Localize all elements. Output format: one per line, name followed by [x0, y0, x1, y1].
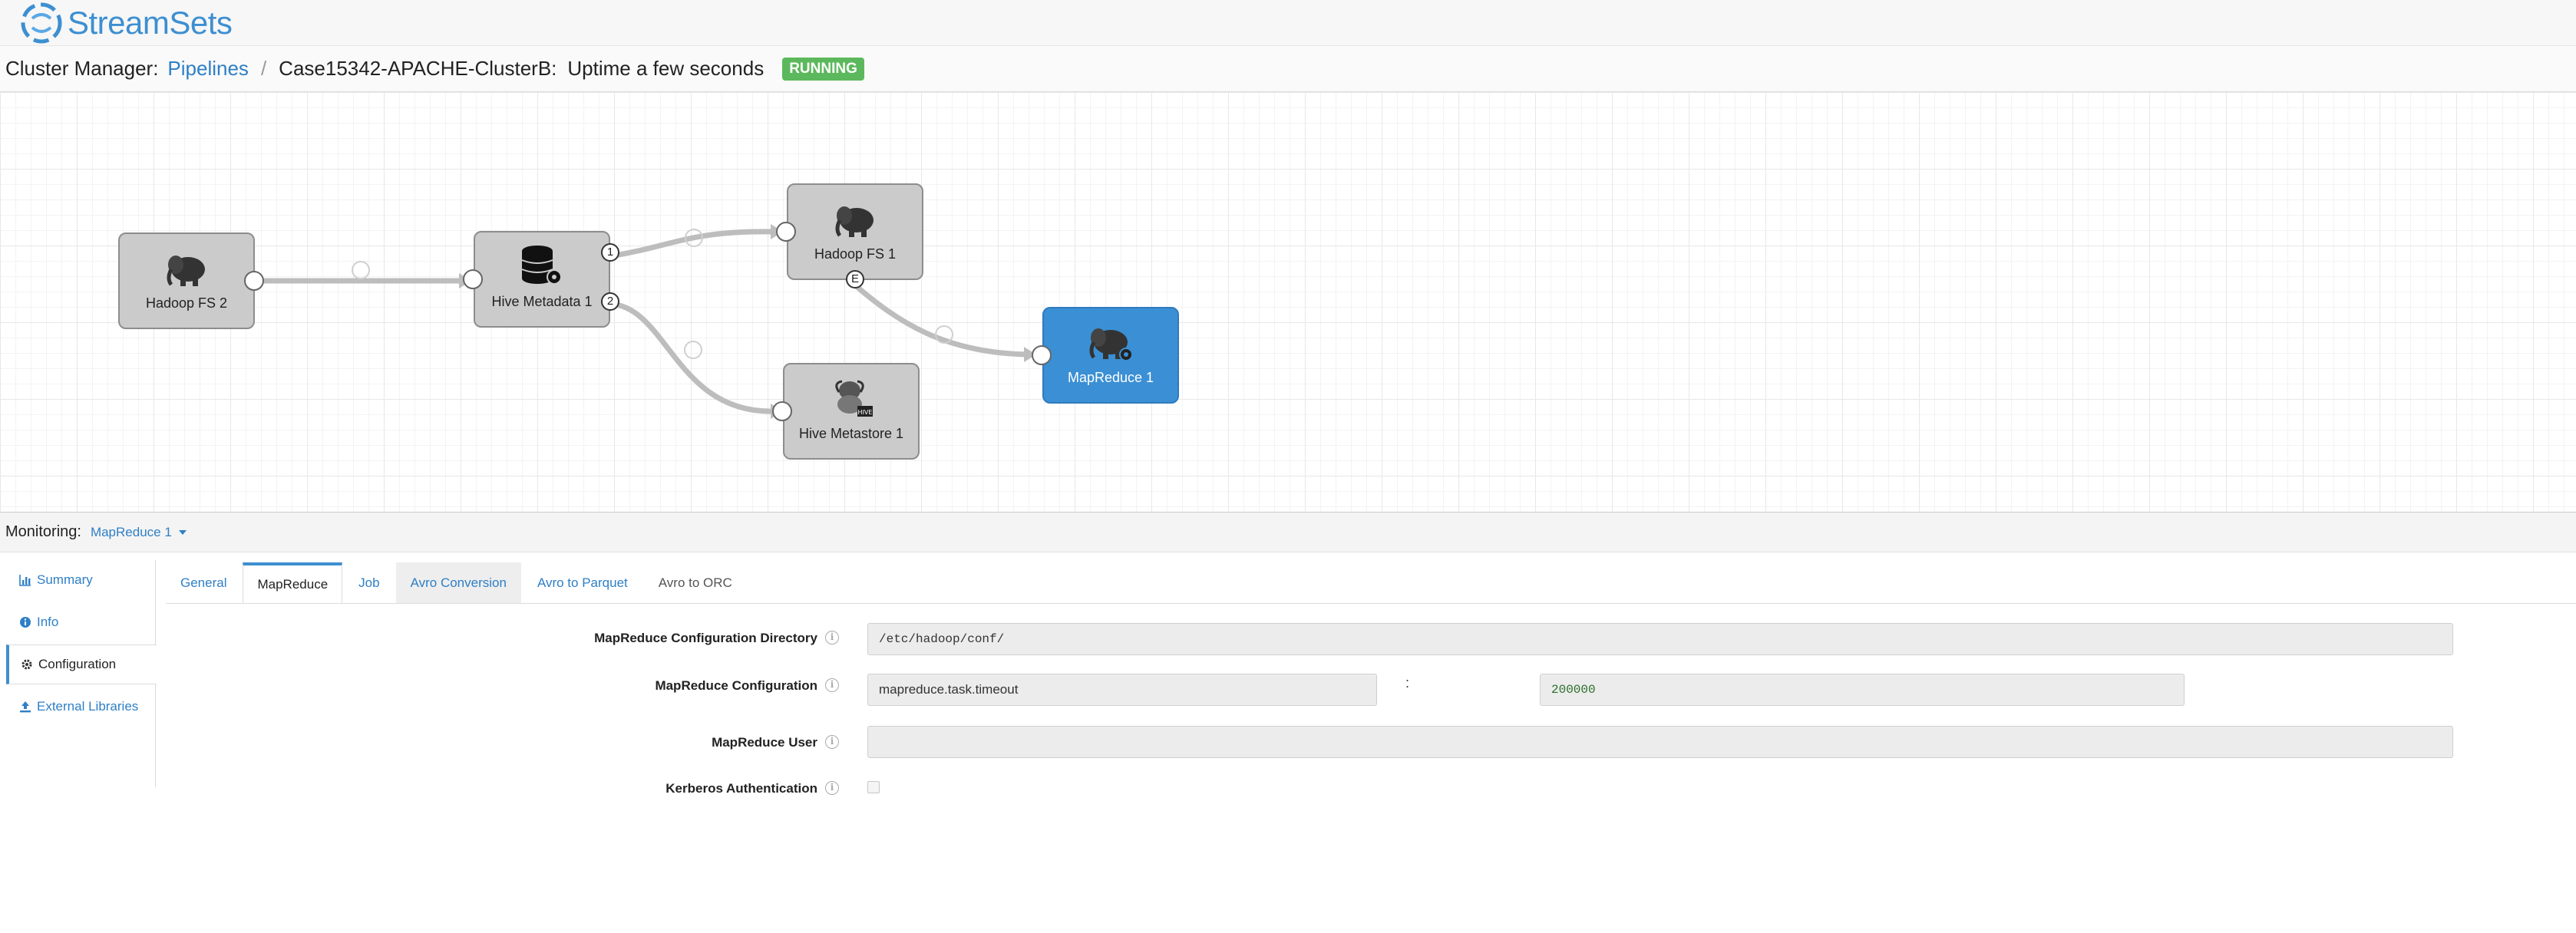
- kerberos-checkbox[interactable]: [867, 781, 880, 793]
- user-field[interactable]: [867, 726, 2453, 758]
- detail-nav: Summary Info Configuration External Libr…: [0, 560, 157, 787]
- streamsets-logo[interactable]: StreamSets: [20, 2, 233, 45]
- input-port[interactable]: [463, 269, 483, 289]
- stage-mapreduce-1[interactable]: MapReduce 1: [1032, 307, 1179, 404]
- pipeline-canvas[interactable]: Hadoop FS 2 Hive Metadata 1 1 2 Hadoop F…: [0, 92, 2576, 513]
- breadcrumb-prefix: Cluster Manager:: [5, 57, 159, 80]
- streamsets-logo-icon: [21, 2, 62, 44]
- info-icon[interactable]: i: [825, 735, 839, 749]
- gear-icon: [21, 659, 32, 670]
- user-label: MapReduce User: [712, 735, 817, 750]
- link-hadoopfs1-to-mapreduce: [850, 281, 1032, 358]
- link-stream-icon: [352, 261, 370, 279]
- config-value-field[interactable]: 200000: [1540, 674, 2185, 706]
- link-hivemetadata-to-hadoopfs1: [607, 229, 778, 259]
- breadcrumb: Cluster Manager: Pipelines / Case15342-A…: [0, 46, 2576, 92]
- info-icon[interactable]: i: [825, 631, 839, 645]
- monitoring-stage-value: MapReduce 1: [90, 524, 172, 539]
- database-gear-icon: [521, 246, 562, 285]
- tab-avro-conversion[interactable]: Avro Conversion: [395, 562, 521, 604]
- nav-summary[interactable]: Summary: [6, 560, 156, 600]
- stage-hive-metastore-1[interactable]: HIVE Hive Metastore 1: [772, 363, 920, 460]
- breadcrumb-separator: /: [260, 57, 267, 80]
- nav-configuration-label: Configuration: [38, 657, 117, 671]
- output-port[interactable]: [244, 271, 264, 291]
- tab-mapreduce[interactable]: MapReduce: [243, 562, 343, 604]
- nav-info[interactable]: Info: [6, 602, 156, 642]
- nav-info-label: Info: [37, 615, 59, 629]
- stage-label: MapReduce 1: [1067, 370, 1154, 385]
- upload-icon: [20, 701, 31, 713]
- stage-label: Hadoop FS 2: [145, 295, 228, 311]
- config-dir-label: MapReduce Configuration Directory: [594, 631, 817, 645]
- bar-chart-icon: [19, 575, 31, 586]
- nav-configuration[interactable]: Configuration: [6, 645, 157, 684]
- event-port[interactable]: E: [846, 270, 864, 288]
- stage-hadoop-fs-2[interactable]: Hadoop FS 2: [118, 232, 264, 329]
- pipeline-name: Case15342-APACHE-ClusterB:: [279, 57, 557, 80]
- input-port[interactable]: [772, 401, 792, 421]
- tab-job[interactable]: Job: [344, 562, 394, 604]
- kerberos-label: Kerberos Authentication: [665, 781, 817, 796]
- input-port[interactable]: [776, 222, 796, 242]
- output-port-1[interactable]: 1: [601, 243, 619, 262]
- nav-external-libraries-label: External Libraries: [37, 699, 139, 714]
- stage-hadoop-fs-1[interactable]: Hadoop FS 1 E: [776, 183, 923, 288]
- app-name: StreamSets: [68, 5, 233, 41]
- info-icon[interactable]: i: [825, 781, 839, 795]
- breadcrumb-pipelines-link[interactable]: Pipelines: [167, 57, 249, 81]
- link-stream-icon: [684, 341, 702, 359]
- hadoop-elephant-gear-icon: [1089, 328, 1133, 361]
- config-label: MapReduce Configuration: [655, 678, 817, 693]
- info-circle-icon: [20, 617, 31, 628]
- pipeline-links: [250, 224, 1036, 419]
- tab-avro-to-orc[interactable]: Avro to ORC: [644, 562, 747, 604]
- nav-summary-label: Summary: [37, 572, 93, 587]
- pipeline-uptime: Uptime a few seconds: [567, 57, 765, 80]
- tab-general[interactable]: General: [166, 562, 241, 604]
- input-port[interactable]: [1032, 345, 1052, 365]
- stage-hive-metadata-1[interactable]: Hive Metadata 1 1 2: [463, 231, 619, 328]
- hive-bee-icon: HIVE: [835, 380, 873, 417]
- tab-avro-to-parquet[interactable]: Avro to Parquet: [523, 562, 642, 604]
- info-icon[interactable]: i: [825, 678, 839, 692]
- monitoring-bar: Monitoring: MapReduce 1: [0, 513, 2576, 552]
- hadoop-elephant-icon: [167, 256, 205, 286]
- stage-label: Hive Metadata 1: [491, 294, 593, 309]
- config-dir-field[interactable]: /etc/hadoop/conf/: [867, 623, 2453, 655]
- output-port-2[interactable]: 2: [601, 292, 619, 311]
- svg-text:HIVE: HIVE: [858, 409, 873, 416]
- monitoring-stage-dropdown[interactable]: MapReduce 1: [91, 525, 187, 540]
- status-badge: RUNNING: [782, 57, 864, 81]
- hadoop-elephant-icon: [835, 206, 874, 237]
- nav-external-libraries[interactable]: External Libraries: [6, 687, 156, 727]
- monitoring-label: Monitoring:: [5, 523, 81, 540]
- stage-label: Hive Metastore 1: [798, 426, 904, 441]
- stage-label: Hadoop FS 1: [814, 246, 897, 262]
- config-key-value-separator: :: [1405, 675, 1410, 691]
- tab-divider: [166, 603, 2576, 604]
- config-key-field[interactable]: mapreduce.task.timeout: [867, 674, 1377, 706]
- config-tabs: General MapReduce Job Avro Conversion Av…: [166, 562, 748, 604]
- caret-down-icon: [178, 530, 187, 536]
- top-bar: StreamSets: [0, 0, 2576, 46]
